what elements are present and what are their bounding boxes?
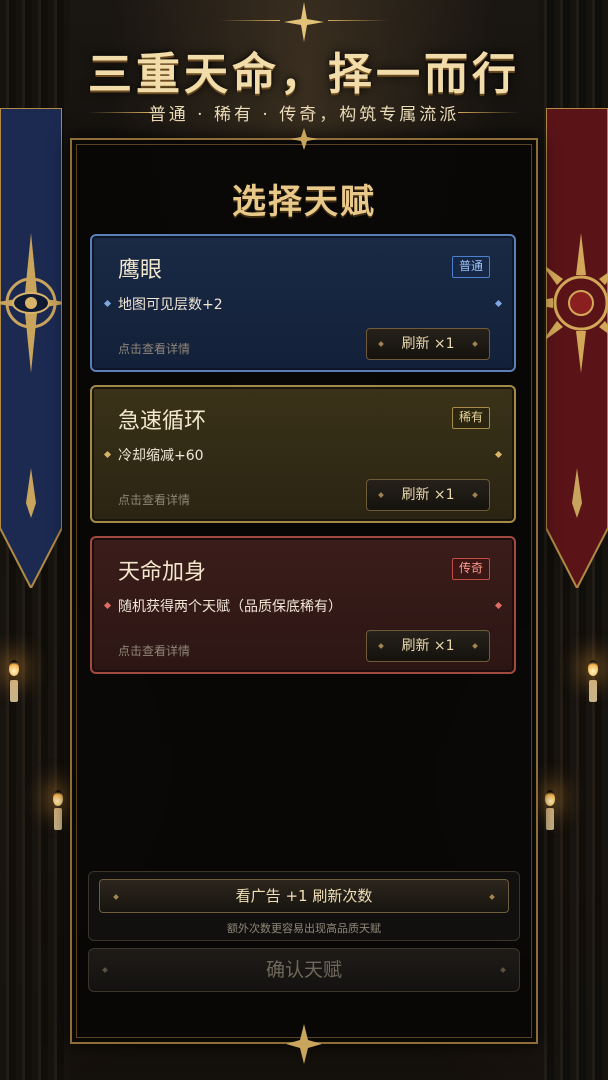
bullet-icon	[378, 643, 384, 649]
rarity-badge: 稀有	[451, 407, 490, 429]
talent-name: 鹰眼	[118, 258, 163, 283]
bullet-icon	[113, 894, 119, 900]
candle	[54, 808, 62, 830]
bullet-icon	[378, 492, 384, 498]
candle-flame	[588, 660, 598, 676]
divider	[220, 20, 280, 21]
watch-ad-label: 看广告 +1 刷新次数	[235, 887, 373, 905]
bullet-icon	[472, 492, 478, 498]
talent-card-legendary[interactable]: 天命加身 传奇 随机获得两个天赋（品质保底稀有） 点击查看详情 刷新 ×1	[90, 536, 516, 674]
candle-flame	[9, 660, 19, 676]
frame-ornament-icon	[290, 128, 318, 150]
candle	[589, 680, 597, 702]
candle	[10, 680, 18, 702]
star-ornament-icon	[284, 2, 324, 42]
right-banner	[546, 108, 608, 588]
talent-name: 天命加身	[118, 560, 207, 585]
refresh-button[interactable]: 刷新 ×1	[366, 328, 490, 360]
bullet-icon	[472, 341, 478, 347]
bullet-icon	[500, 967, 506, 973]
panel-title: 选择天赋	[232, 182, 376, 222]
talent-card-rare[interactable]: 急速循环 稀有 冷却缩减+60 点击查看详情 刷新 ×1	[90, 385, 516, 523]
confirm-talent-button[interactable]: 确认天赋	[88, 948, 520, 992]
divider	[328, 20, 388, 21]
watch-ad-button[interactable]: 看广告 +1 刷新次数	[99, 879, 509, 913]
talent-card-common[interactable]: 鹰眼 普通 地图可见层数+2 点击查看详情 刷新 ×1	[90, 234, 516, 372]
bullet-icon	[103, 299, 112, 308]
rarity-badge: 传奇	[451, 558, 490, 580]
refresh-label: 刷新 ×1	[401, 336, 455, 352]
talent-effect: 地图可见层数+2	[118, 297, 223, 313]
refresh-button[interactable]: 刷新 ×1	[366, 479, 490, 511]
talent-effect: 随机获得两个天赋（品质保底稀有）	[118, 599, 342, 615]
confirm-label: 确认天赋	[265, 959, 342, 981]
bullet-icon	[489, 894, 495, 900]
ad-note: 额外次数更容易出现高品质天赋	[227, 922, 381, 935]
refresh-button[interactable]: 刷新 ×1	[366, 630, 490, 662]
talent-name: 急速循环	[118, 409, 207, 434]
refresh-label: 刷新 ×1	[401, 638, 455, 654]
refresh-label: 刷新 ×1	[401, 487, 455, 503]
view-details-link[interactable]: 点击查看详情	[118, 340, 190, 357]
left-banner	[0, 108, 62, 588]
bullet-icon	[494, 450, 503, 459]
ad-refresh-box: 看广告 +1 刷新次数 额外次数更容易出现高品质天赋	[88, 871, 520, 941]
view-details-link[interactable]: 点击查看详情	[118, 491, 190, 508]
bullet-icon	[102, 967, 108, 973]
view-details-link[interactable]: 点击查看详情	[118, 642, 190, 659]
candle	[546, 808, 554, 830]
candle-flame	[53, 790, 63, 806]
page-title: 三重天命，择一而行	[88, 49, 520, 100]
candle-flame	[545, 790, 555, 806]
bullet-icon	[378, 341, 384, 347]
bullet-icon	[103, 601, 112, 610]
bullet-icon	[103, 450, 112, 459]
bullet-icon	[472, 643, 478, 649]
frame-ornament-icon	[286, 1024, 322, 1064]
bullet-icon	[494, 299, 503, 308]
rarity-badge: 普通	[451, 256, 490, 278]
divider	[458, 112, 520, 113]
bullet-icon	[494, 601, 503, 610]
talent-effect: 冷却缩减+60	[118, 448, 204, 464]
